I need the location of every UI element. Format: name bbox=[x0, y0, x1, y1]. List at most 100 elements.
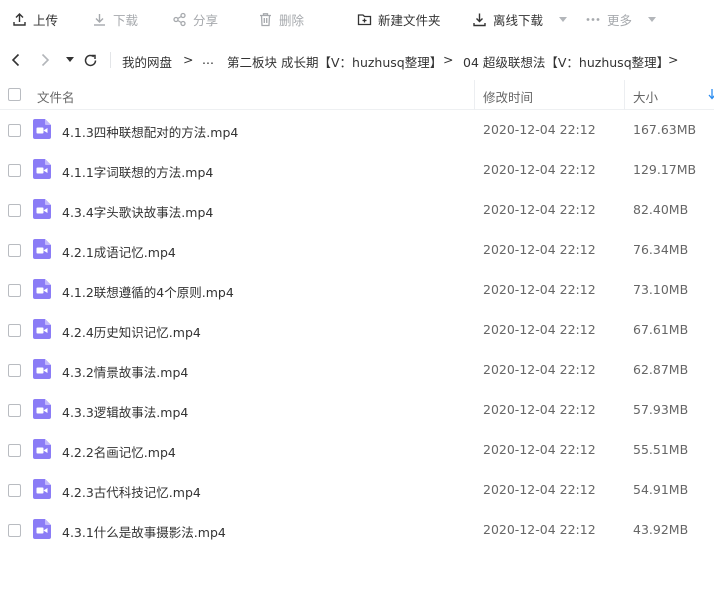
file-name[interactable]: 4.3.3逻辑故事法.mp4 bbox=[62, 402, 188, 421]
file-modified-time: 2020-12-04 22:12 bbox=[483, 122, 596, 137]
breadcrumb-ellipsis[interactable]: ... bbox=[202, 52, 214, 67]
file-modified-time: 2020-12-04 22:12 bbox=[483, 442, 596, 457]
file-size: 73.10MB bbox=[633, 282, 689, 297]
breadcrumb-separator: > bbox=[443, 52, 454, 67]
nav-divider bbox=[110, 52, 111, 68]
file-modified-time: 2020-12-04 22:12 bbox=[483, 482, 596, 497]
more-label: 更多 bbox=[607, 12, 633, 28]
breadcrumb-separator: > bbox=[668, 52, 679, 67]
video-file-icon bbox=[33, 439, 51, 459]
file-modified-time: 2020-12-04 22:12 bbox=[483, 242, 596, 257]
forward-arrow-icon[interactable] bbox=[37, 52, 53, 68]
row-checkbox[interactable] bbox=[8, 244, 21, 257]
file-name[interactable]: 4.3.1什么是故事摄影法.mp4 bbox=[62, 522, 226, 541]
video-file-icon bbox=[33, 239, 51, 259]
table-row[interactable]: 4.3.1什么是故事摄影法.mp4 2020-12-04 22:12 43.92MB bbox=[0, 510, 714, 550]
table-row[interactable]: 4.3.2情景故事法.mp4 2020-12-04 22:12 62.87MB bbox=[0, 350, 714, 390]
history-dropdown-icon[interactable] bbox=[62, 52, 78, 68]
breadcrumb-root[interactable]: 我的网盘 bbox=[122, 52, 172, 71]
file-name[interactable]: 4.1.3四种联想配对的方法.mp4 bbox=[62, 122, 238, 141]
row-checkbox[interactable] bbox=[8, 204, 21, 217]
file-size: 57.93MB bbox=[633, 402, 689, 417]
video-file-icon bbox=[33, 279, 51, 299]
row-checkbox[interactable] bbox=[8, 524, 21, 537]
row-checkbox[interactable] bbox=[8, 364, 21, 377]
upload-label: 上传 bbox=[33, 12, 59, 28]
offline-download-label: 离线下载 bbox=[493, 12, 544, 28]
toolbar: 上传 下载 分享 删除 新建文件夹 离线下载 更多 bbox=[0, 0, 714, 38]
video-file-icon bbox=[33, 199, 51, 219]
video-file-icon bbox=[33, 359, 51, 379]
download-label: 下载 bbox=[113, 12, 139, 28]
file-name[interactable]: 4.3.2情景故事法.mp4 bbox=[62, 362, 188, 381]
file-size: 167.63MB bbox=[633, 122, 697, 137]
table-row[interactable]: 4.1.2联想遵循的4个原则.mp4 2020-12-04 22:12 73.10M… bbox=[0, 270, 714, 310]
table-row[interactable]: 4.2.2名画记忆.mp4 2020-12-04 22:12 55.51MB bbox=[0, 430, 714, 470]
file-modified-time: 2020-12-04 22:12 bbox=[483, 282, 596, 297]
file-name[interactable]: 4.1.2联想遵循的4个原则.mp4 bbox=[62, 282, 234, 301]
breadcrumb-level1[interactable]: 第二板块 成长期【V：huzhusq整理】 bbox=[227, 52, 442, 71]
row-checkbox[interactable] bbox=[8, 404, 21, 417]
table-row[interactable]: 4.1.1字词联想的方法.mp4 2020-12-04 22:12 129.17MB bbox=[0, 150, 714, 190]
table-row[interactable]: 4.2.4历史知识记忆.mp4 2020-12-04 22:12 67.61MB bbox=[0, 310, 714, 350]
file-modified-time: 2020-12-04 22:12 bbox=[483, 522, 596, 537]
new-folder-label: 新建文件夹 bbox=[378, 12, 441, 28]
row-checkbox[interactable] bbox=[8, 164, 21, 177]
table-row[interactable]: 4.3.4字头歌诀故事法.mp4 2020-12-04 22:12 82.40MB bbox=[0, 190, 714, 230]
select-all-checkbox[interactable] bbox=[8, 88, 21, 101]
share-button[interactable]: 分享 bbox=[172, 9, 218, 29]
file-size: 129.17MB bbox=[633, 162, 697, 177]
table-row[interactable]: 4.1.3四种联想配对的方法.mp4 2020-12-04 22:12 167.63… bbox=[0, 110, 714, 150]
row-checkbox[interactable] bbox=[8, 284, 21, 297]
more-button[interactable]: 更多 bbox=[585, 9, 657, 29]
table-row[interactable]: 4.2.1成语记忆.mp4 2020-12-04 22:12 76.34MB bbox=[0, 230, 714, 270]
chevron-down-icon[interactable] bbox=[648, 16, 657, 22]
video-file-icon bbox=[33, 399, 51, 419]
file-name[interactable]: 4.2.2名画记忆.mp4 bbox=[62, 442, 176, 461]
sort-arrow-icon[interactable] bbox=[708, 88, 714, 103]
new-folder-button[interactable]: 新建文件夹 bbox=[357, 9, 441, 29]
file-modified-time: 2020-12-04 22:12 bbox=[483, 202, 596, 217]
table-row[interactable]: 4.3.3逻辑故事法.mp4 2020-12-04 22:12 57.93MB bbox=[0, 390, 714, 430]
video-file-icon bbox=[33, 319, 51, 339]
back-arrow-icon[interactable] bbox=[8, 52, 24, 68]
row-checkbox[interactable] bbox=[8, 444, 21, 457]
column-header-size[interactable]: 大小 bbox=[633, 87, 658, 106]
row-checkbox[interactable] bbox=[8, 124, 21, 137]
download-button[interactable]: 下载 bbox=[92, 9, 138, 29]
file-name[interactable]: 4.2.4历史知识记忆.mp4 bbox=[62, 322, 201, 341]
file-name[interactable]: 4.2.3古代科技记忆.mp4 bbox=[62, 482, 201, 501]
file-size: 82.40MB bbox=[633, 202, 689, 217]
breadcrumb-separator: > bbox=[183, 52, 194, 67]
refresh-icon[interactable] bbox=[82, 52, 98, 68]
video-file-icon bbox=[33, 519, 51, 539]
file-size: 76.34MB bbox=[633, 242, 689, 257]
upload-button[interactable]: 上传 bbox=[12, 9, 58, 29]
file-modified-time: 2020-12-04 22:12 bbox=[483, 162, 596, 177]
column-header-modified[interactable]: 修改时间 bbox=[483, 87, 533, 106]
column-header-name[interactable]: 文件名 bbox=[37, 87, 75, 106]
file-name[interactable]: 4.2.1成语记忆.mp4 bbox=[62, 242, 176, 261]
new-folder-icon bbox=[357, 12, 372, 27]
delete-button[interactable]: 删除 bbox=[258, 9, 304, 29]
file-name[interactable]: 4.3.4字头歌诀故事法.mp4 bbox=[62, 202, 213, 221]
video-file-icon bbox=[33, 479, 51, 499]
file-size: 54.91MB bbox=[633, 482, 689, 497]
file-size: 67.61MB bbox=[633, 322, 689, 337]
column-divider[interactable] bbox=[474, 80, 475, 110]
more-dots-icon bbox=[585, 12, 601, 27]
row-checkbox[interactable] bbox=[8, 324, 21, 337]
breadcrumb-level2[interactable]: 04 超级联想法【V：huzhusq整理】 bbox=[463, 52, 669, 71]
offline-download-button[interactable]: 离线下载 bbox=[472, 9, 568, 29]
file-size: 62.87MB bbox=[633, 362, 689, 377]
video-file-icon bbox=[33, 159, 51, 179]
table-row[interactable]: 4.2.3古代科技记忆.mp4 2020-12-04 22:12 54.91MB bbox=[0, 470, 714, 510]
file-list: 4.1.3四种联想配对的方法.mp4 2020-12-04 22:12 167.63… bbox=[0, 110, 714, 550]
row-checkbox[interactable] bbox=[8, 484, 21, 497]
download-icon bbox=[92, 12, 107, 27]
file-size: 43.92MB bbox=[633, 522, 689, 537]
share-label: 分享 bbox=[193, 12, 219, 28]
file-name[interactable]: 4.1.1字词联想的方法.mp4 bbox=[62, 162, 213, 181]
column-divider[interactable] bbox=[624, 80, 625, 110]
chevron-down-icon[interactable] bbox=[559, 16, 568, 22]
